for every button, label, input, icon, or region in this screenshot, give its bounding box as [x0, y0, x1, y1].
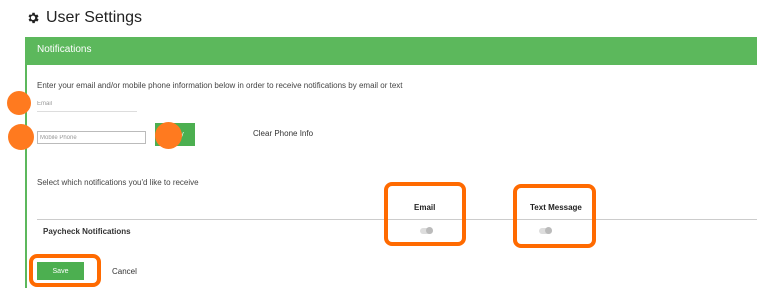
mobile-phone-field[interactable]	[37, 131, 146, 144]
gear-icon	[28, 12, 39, 24]
highlight-marker-phone	[8, 124, 34, 150]
highlight-box-text-toggle	[513, 184, 596, 248]
notifications-panel: Notifications Enter your email and/or mo…	[25, 37, 757, 288]
panel-title: Notifications	[37, 44, 92, 55]
page-title-text: User Settings	[46, 9, 143, 26]
cancel-link[interactable]: Cancel	[112, 267, 137, 276]
highlight-marker-email	[7, 91, 31, 115]
highlight-box-save-button	[29, 254, 101, 287]
instructions-text: Enter your email and/or mobile phone inf…	[37, 81, 403, 90]
highlight-marker-verify	[155, 122, 182, 149]
email-field[interactable]	[37, 97, 137, 112]
clear-phone-info-link[interactable]: Clear Phone Info	[253, 129, 313, 138]
highlight-box-email-toggle	[384, 182, 466, 246]
paycheck-notifications-label: Paycheck Notifications	[43, 227, 131, 236]
page-title: User Settings	[26, 9, 142, 27]
panel-header: Notifications	[27, 37, 757, 65]
select-notifications-text: Select which notifications you'd like to…	[37, 178, 199, 187]
